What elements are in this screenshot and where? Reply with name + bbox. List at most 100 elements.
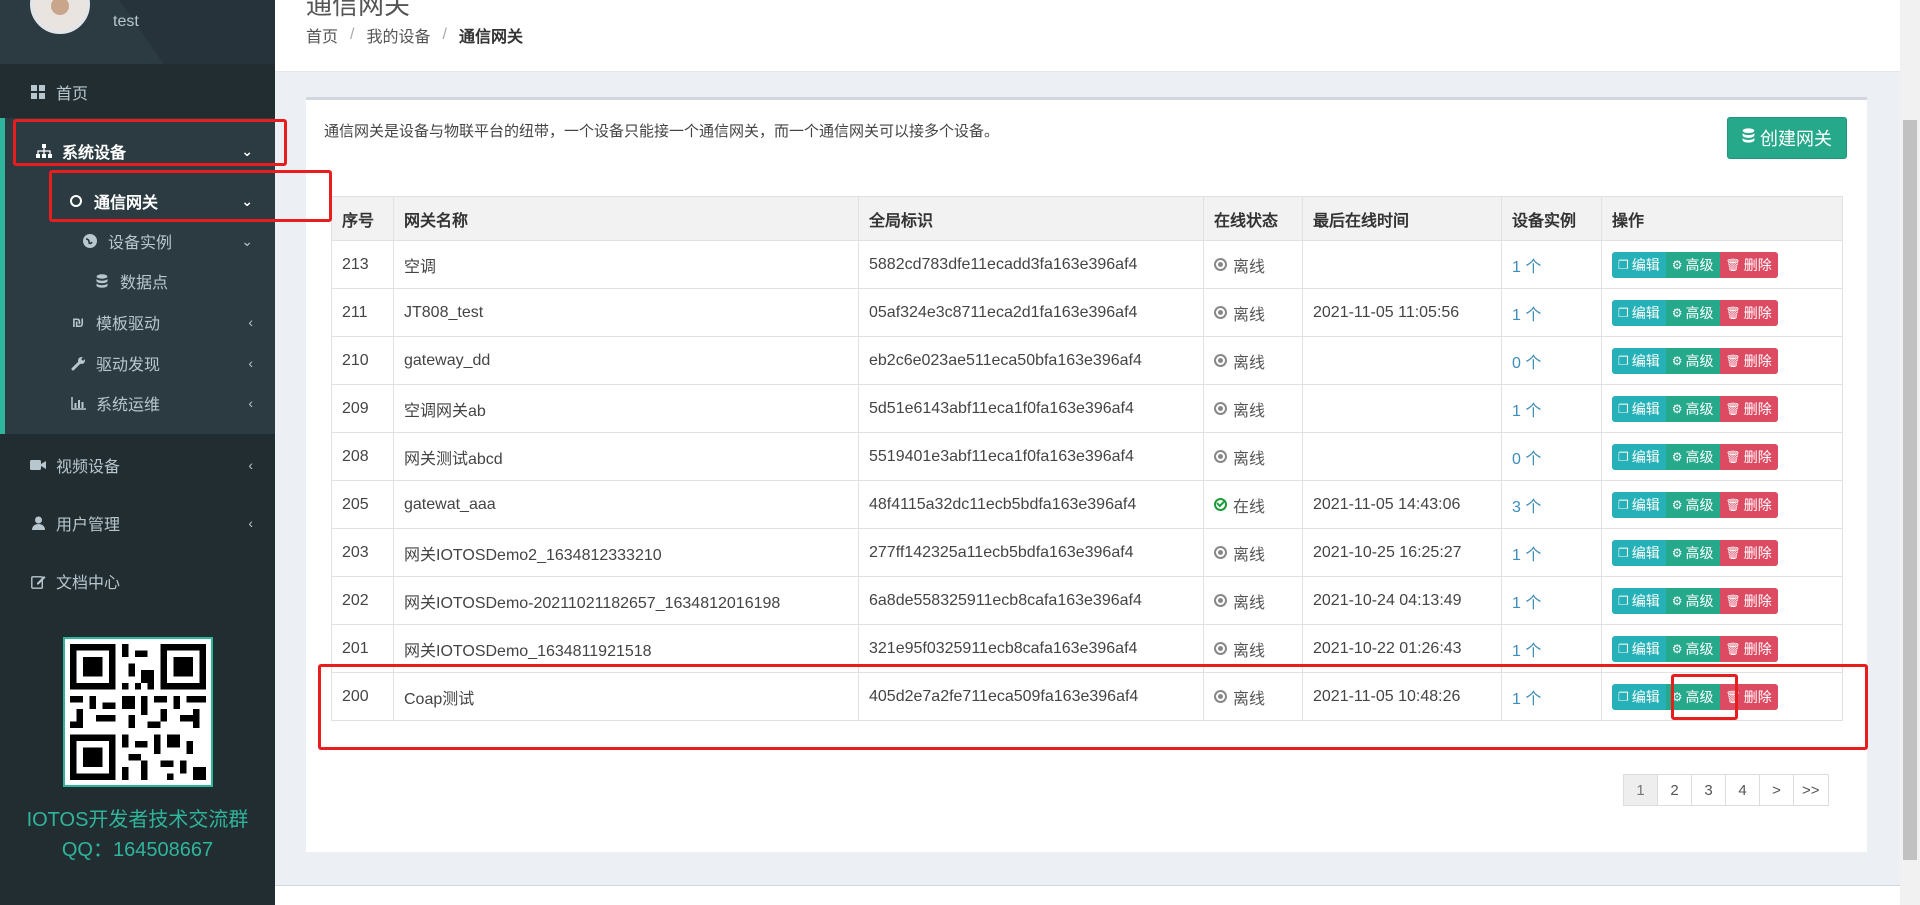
advanced-button[interactable]: ⚙ 高级	[1665, 443, 1720, 470]
device-count-link[interactable]: 1 个	[1512, 307, 1541, 324]
online-status-cell: 离线	[1203, 336, 1303, 385]
device-count-link[interactable]: 1 个	[1512, 259, 1541, 276]
column-header[interactable]: 全局标识	[858, 196, 1204, 241]
page-link[interactable]: 3	[1691, 774, 1726, 806]
sidebar-item-driver-discovery[interactable]: 驱动发现 ‹	[0, 345, 275, 381]
sidebar-item-label: 系统运维	[96, 397, 161, 414]
device-count-link[interactable]: 1 个	[1512, 691, 1541, 708]
delete-button[interactable]: 🗑 删除	[1719, 587, 1778, 614]
pagination: 1 2 3 4 > >>	[1623, 774, 1829, 806]
column-header[interactable]: 设备实例	[1501, 196, 1602, 241]
column-header[interactable]: 序号	[331, 196, 394, 241]
advanced-button[interactable]: ⚙ 高级	[1665, 683, 1720, 710]
copy-icon: ❐	[1618, 497, 1629, 512]
gears-icon: ⚙	[1671, 641, 1683, 656]
sidebar-item-label: 设备实例	[108, 235, 173, 252]
delete-button[interactable]: 🗑 删除	[1719, 491, 1778, 518]
edit-button[interactable]: ❐ 编辑	[1612, 683, 1666, 710]
advanced-button[interactable]: ⚙ 高级	[1665, 491, 1720, 518]
column-header[interactable]: 网关名称	[393, 196, 859, 241]
gears-icon: ⚙	[1671, 305, 1683, 320]
edit-button[interactable]: ❐ 编辑	[1612, 587, 1666, 614]
gears-icon: ⚙	[1671, 593, 1683, 608]
table-row: 211 JT808_test 05af324e3c8711eca2d1fa163e3…	[331, 288, 1843, 337]
gateway-name: gateway_dd	[393, 336, 859, 385]
device-count-link[interactable]: 1 个	[1512, 595, 1541, 612]
delete-button[interactable]: 🗑 删除	[1719, 395, 1778, 422]
sidebar-item-label: 首页	[56, 86, 89, 103]
advanced-button[interactable]: ⚙ 高级	[1665, 539, 1720, 566]
delete-button[interactable]: 🗑 删除	[1719, 443, 1778, 470]
sidebar-item-datapoints[interactable]: 数据点	[0, 263, 275, 299]
offline-circle-icon	[1214, 450, 1227, 463]
delete-button[interactable]: 🗑 删除	[1719, 251, 1778, 278]
gateway-name: 网关IOTOSDemo_1634811921518	[393, 624, 859, 673]
edit-button[interactable]: ❐ 编辑	[1612, 299, 1666, 326]
advanced-button[interactable]: ⚙ 高级	[1665, 587, 1720, 614]
advanced-button[interactable]: ⚙ 高级	[1665, 635, 1720, 662]
sidebar-item-gateways[interactable]: 通信网关 ⌄	[0, 183, 275, 219]
sidebar-item-docs[interactable]: 文档中心	[0, 563, 275, 599]
edit-button[interactable]: ❐ 编辑	[1612, 635, 1666, 662]
device-count-link[interactable]: 1 个	[1512, 547, 1541, 564]
delete-button[interactable]: 🗑 删除	[1719, 299, 1778, 326]
device-count-link[interactable]: 0 个	[1512, 355, 1541, 372]
breadcrumb-my-devices[interactable]: 我的设备	[366, 23, 430, 47]
device-count-link[interactable]: 3 个	[1512, 499, 1541, 516]
actions-cell: ❐ 编辑 ⚙ 高级 🗑 删除	[1601, 384, 1843, 433]
sidebar-item-video-devices[interactable]: 视频设备 ‹	[0, 447, 275, 483]
page-link[interactable]: >	[1759, 774, 1794, 806]
advanced-button[interactable]: ⚙ 高级	[1665, 299, 1720, 326]
edit-button[interactable]: ❐ 编辑	[1612, 395, 1666, 422]
device-count-link[interactable]: 0 个	[1512, 451, 1541, 468]
edit-button[interactable]: ❐ 编辑	[1612, 539, 1666, 566]
sidebar-item-home[interactable]: 首页	[0, 74, 275, 110]
sidebar-item-system-ops[interactable]: 系统运维 ‹	[0, 385, 275, 421]
advanced-button[interactable]: ⚙ 高级	[1665, 251, 1720, 278]
scrollbar-thumb[interactable]	[1903, 120, 1917, 860]
sidebar-item-user-management[interactable]: 用户管理 ‹	[0, 505, 275, 541]
trash-icon: 🗑	[1725, 401, 1741, 416]
copy-icon: ❐	[1618, 593, 1629, 608]
column-header[interactable]: 最后在线时间	[1302, 196, 1502, 241]
copy-icon: ❐	[1618, 689, 1629, 704]
advanced-button[interactable]: ⚙ 高级	[1665, 347, 1720, 374]
delete-button[interactable]: 🗑 删除	[1719, 347, 1778, 374]
delete-button[interactable]: 🗑 删除	[1719, 539, 1778, 566]
edit-label: 编辑	[1631, 688, 1660, 705]
breadcrumb-separator: /	[350, 26, 355, 43]
edit-button[interactable]: ❐ 编辑	[1612, 347, 1666, 374]
row-number: 203	[331, 528, 394, 577]
column-header[interactable]: 在线状态	[1203, 196, 1303, 241]
delete-button[interactable]: 🗑 删除	[1719, 635, 1778, 662]
table-row: 213 空调 5882cd783dfe11ecadd3fa163e396af4 离线 1…	[331, 240, 1843, 289]
edit-label: 编辑	[1631, 304, 1660, 321]
page-link[interactable]: 1	[1623, 774, 1658, 806]
advanced-button[interactable]: ⚙ 高级	[1665, 395, 1720, 422]
edit-button[interactable]: ❐ 编辑	[1612, 491, 1666, 518]
device-count-link[interactable]: 1 个	[1512, 403, 1541, 420]
page-link[interactable]: >>	[1793, 774, 1829, 806]
sidebar-item-system-devices[interactable]: 系统设备 ⌄	[0, 133, 275, 169]
edit-button[interactable]: ❐ 编辑	[1612, 251, 1666, 278]
offline-circle-icon	[1214, 594, 1227, 607]
device-count-link[interactable]: 1 个	[1512, 643, 1541, 660]
actions-cell: ❐ 编辑 ⚙ 高级 🗑 删除	[1601, 432, 1843, 481]
global-id: 6a8de558325911ecb8cafa163e396af4	[858, 576, 1204, 625]
offline-circle-icon	[1214, 546, 1227, 559]
edit-button[interactable]: ❐ 编辑	[1612, 443, 1666, 470]
status-text: 离线	[1233, 594, 1266, 612]
sidebar-item-template-drivers[interactable]: ₪ 模板驱动 ‹	[0, 304, 275, 340]
avatar[interactable]	[30, 0, 90, 34]
sidebar-item-device-instances[interactable]: 设备实例 ⌄	[0, 223, 275, 259]
last-online-time	[1302, 240, 1502, 289]
page-link[interactable]: 2	[1657, 774, 1692, 806]
page-scrollbar[interactable]	[1900, 0, 1920, 905]
page-link[interactable]: 4	[1725, 774, 1760, 806]
gateway-name: 空调网关ab	[393, 384, 859, 433]
delete-button[interactable]: 🗑 删除	[1719, 683, 1778, 710]
breadcrumb-home[interactable]: 首页	[306, 23, 338, 47]
create-gateway-button[interactable]: 创建网关	[1727, 117, 1847, 159]
breadcrumb-current: 通信网关	[458, 29, 523, 46]
row-number: 205	[331, 480, 394, 529]
